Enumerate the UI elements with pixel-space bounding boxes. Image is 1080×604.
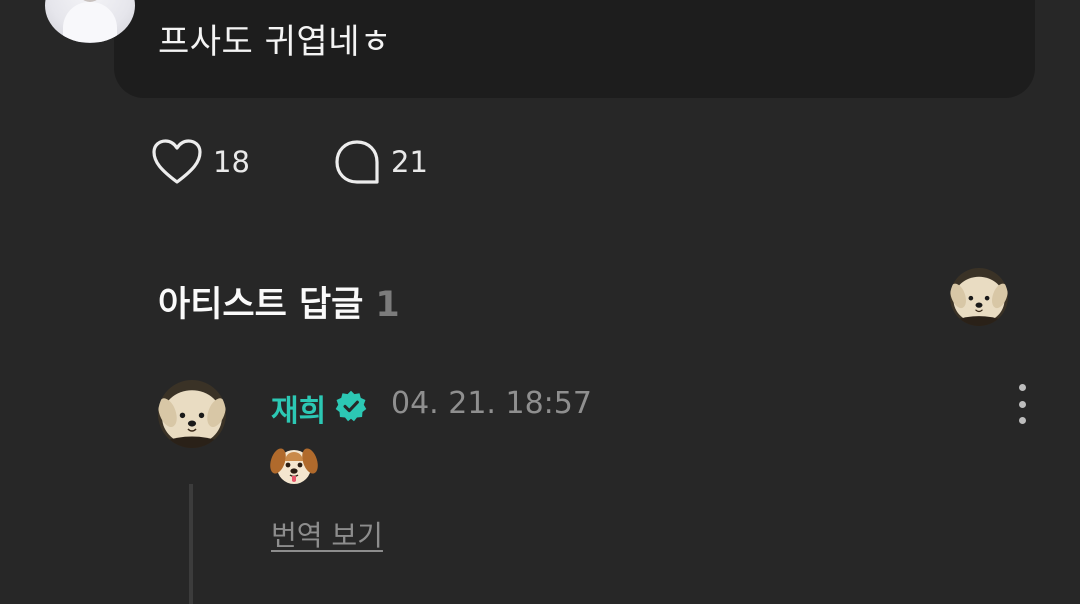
dog-plush-avatar-icon bbox=[950, 268, 1008, 326]
like-count: 18 bbox=[213, 145, 250, 179]
translate-link[interactable]: 번역 보기 bbox=[271, 514, 383, 554]
like-button[interactable]: 18 bbox=[151, 138, 250, 186]
avatar-shoulders bbox=[63, 2, 117, 42]
speech-bubble-icon bbox=[335, 140, 379, 184]
comment-timestamp: 04. 21. 18:57 bbox=[391, 386, 592, 421]
artist-replies-count: 1 bbox=[375, 285, 400, 325]
artist-replies-title: 아티스트 답글 bbox=[158, 285, 364, 325]
dog-face-emoji bbox=[270, 448, 318, 484]
verified-badge-icon bbox=[335, 390, 367, 422]
dog-plush-avatar-icon bbox=[158, 380, 226, 448]
reply-button[interactable]: 21 bbox=[333, 138, 428, 186]
comment-author-avatar[interactable] bbox=[158, 380, 226, 448]
more-vertical-icon[interactable] bbox=[1012, 384, 1032, 424]
comment-author-name[interactable]: 재희 bbox=[271, 386, 326, 430]
more-dot bbox=[1018, 417, 1026, 424]
thread-line bbox=[189, 484, 193, 604]
reply-count: 21 bbox=[391, 145, 428, 179]
post-text: 프사도 귀엽네ㅎ bbox=[158, 22, 392, 62]
more-dot bbox=[1018, 400, 1026, 408]
artist-replies-heading: 아티스트 답글 1 bbox=[158, 276, 400, 327]
more-dot bbox=[1018, 384, 1026, 391]
artist-avatar[interactable] bbox=[950, 268, 1008, 326]
heart-icon bbox=[152, 139, 202, 184]
